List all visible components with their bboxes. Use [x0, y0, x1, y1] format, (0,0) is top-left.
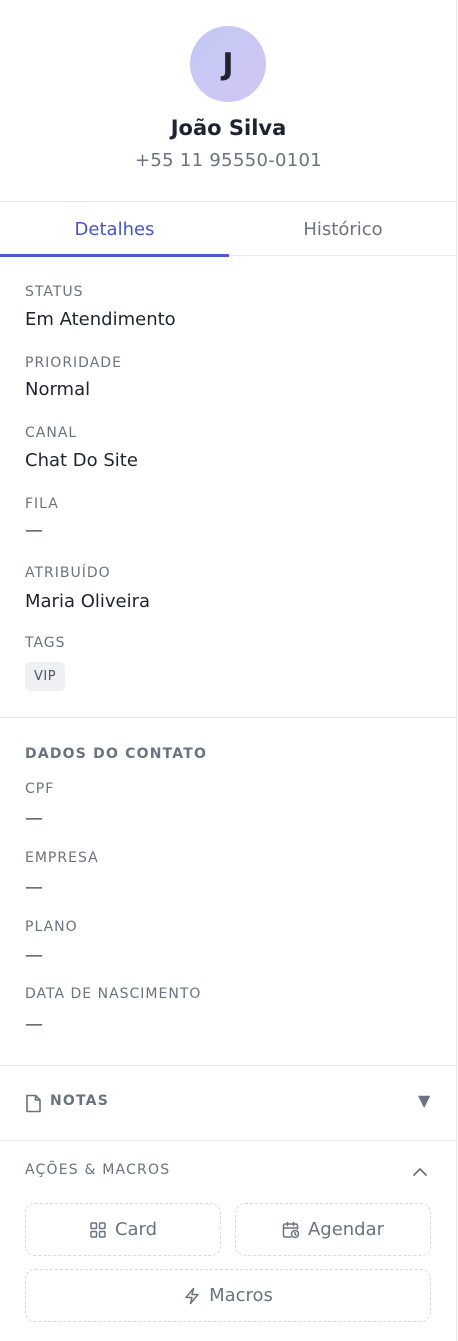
- company-value: —: [25, 877, 43, 898]
- calendar-clock-icon: [282, 1221, 300, 1238]
- channel-label: Canal: [25, 425, 78, 441]
- contact-name: João Silva: [170, 116, 287, 140]
- card-button-label: Card: [114, 1219, 158, 1240]
- contact-data-title: Dados do Contato: [25, 746, 208, 762]
- priority-value: Normal: [25, 379, 91, 400]
- plan-label: Plano: [25, 919, 78, 935]
- divider: [0, 717, 457, 718]
- macros-button[interactable]: Macros: [25, 1269, 431, 1322]
- assigned-label: Atribuído: [25, 565, 111, 581]
- caret-down-icon: ▼: [418, 1091, 431, 1110]
- channel-value: Chat Do Site: [25, 450, 138, 471]
- assigned-value: Maria Oliveira: [25, 591, 151, 612]
- queue-value: —: [25, 520, 43, 541]
- queue-label: Fila: [25, 496, 59, 512]
- macros-button-label: Macros: [209, 1285, 273, 1306]
- tab-history[interactable]: Histórico: [229, 202, 457, 256]
- birthdate-value: —: [25, 1014, 43, 1035]
- lightning-icon: [185, 1287, 199, 1304]
- divider: [0, 1140, 457, 1141]
- plan-value: —: [25, 945, 43, 966]
- actions-title: AÇÕES & MACROS: [25, 1162, 171, 1178]
- tab-bar: Detalhes Histórico: [0, 202, 457, 257]
- notes-title: NOTAS: [50, 1093, 109, 1109]
- chevron-up-icon[interactable]: [410, 1162, 430, 1182]
- notes-toggle[interactable]: NOTAS ▼: [0, 1066, 457, 1140]
- contact-phone: +55 11 95550-0101: [135, 150, 322, 171]
- company-label: Empresa: [25, 850, 99, 866]
- schedule-button[interactable]: Agendar: [235, 1203, 431, 1256]
- contact-details-panel: J João Silva +55 11 95550-0101 Detalhes …: [0, 0, 457, 1341]
- contact-header: J João Silva +55 11 95550-0101: [0, 0, 457, 202]
- birthdate-label: Data de Nascimento: [25, 986, 202, 1002]
- card-button[interactable]: Card: [25, 1203, 221, 1256]
- grid-icon: [90, 1221, 106, 1238]
- cpf-value: —: [25, 808, 43, 829]
- file-icon: [26, 1094, 41, 1113]
- avatar: J: [190, 26, 266, 102]
- schedule-button-label: Agendar: [307, 1219, 385, 1240]
- tab-details[interactable]: Detalhes: [0, 202, 229, 257]
- priority-label: Prioridade: [25, 355, 122, 371]
- cpf-label: CPF: [25, 781, 55, 797]
- status-value: Em Atendimento: [25, 309, 176, 330]
- tag-vip[interactable]: VIP: [25, 662, 66, 691]
- status-label: Status: [25, 284, 84, 300]
- tags-label: Tags: [25, 635, 66, 651]
